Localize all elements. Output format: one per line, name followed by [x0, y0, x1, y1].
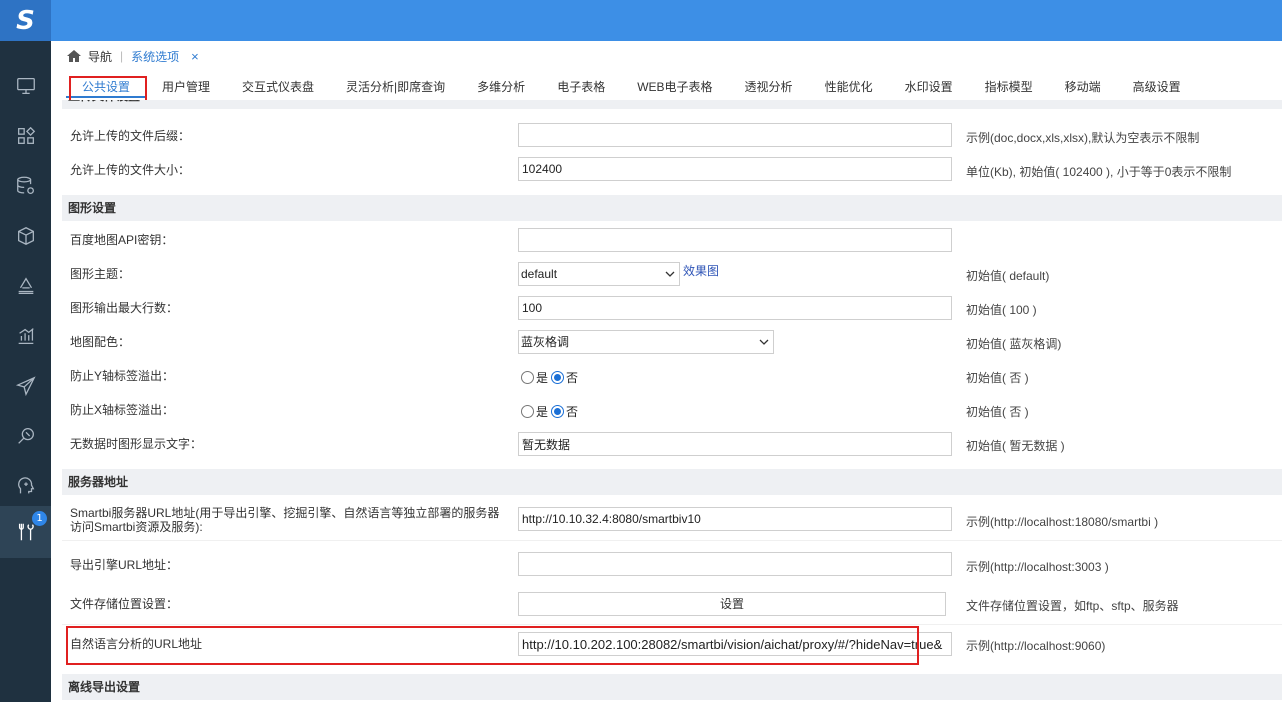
tab-web-spreadsheet[interactable]: WEB电子表格: [621, 76, 728, 98]
tab-public-settings[interactable]: 公共设置: [66, 76, 147, 98]
hint-y-overflow: 初始值( 否 ): [966, 371, 1029, 385]
label-map-color: 地图配色：: [70, 335, 131, 349]
tab-pivot-analysis[interactable]: 透视分析: [729, 76, 809, 98]
upload-suffix-input[interactable]: [518, 123, 952, 147]
monitor-icon[interactable]: [0, 61, 51, 111]
chevron-down-icon: [665, 271, 675, 277]
hint-max-rows: 初始值( 100 ): [966, 303, 1037, 317]
close-tab-icon[interactable]: ×: [191, 49, 199, 64]
chart-theme-select[interactable]: default: [518, 262, 680, 286]
label-prevent-y-overflow: 防止Y轴标签溢出：: [70, 369, 175, 383]
tab-user-management[interactable]: 用户管理: [146, 76, 226, 98]
hint-no-data-text: 初始值( 暂无数据 ): [966, 439, 1065, 453]
hint-export-engine-url: 示例(http://localhost:3003 ): [966, 560, 1109, 574]
hint-upload-suffix: 示例(doc,docx,xls,xlsx),默认为空表示不限制: [966, 131, 1200, 145]
baidu-key-input[interactable]: [518, 228, 952, 252]
upload-size-input[interactable]: [518, 157, 952, 181]
file-storage-settings-button[interactable]: 设置: [518, 592, 946, 616]
y-overflow-no-label[interactable]: 否: [566, 369, 578, 386]
breadcrumb-separator: |: [120, 49, 124, 63]
hint-file-storage: 文件存储位置设置，如ftp、sftp、服务器: [966, 599, 1179, 613]
section-header-offline-export: 离线导出设置: [62, 674, 1282, 700]
x-overflow-no-label[interactable]: 否: [566, 403, 578, 420]
label-max-rows: 图形输出最大行数：: [70, 301, 179, 315]
hint-x-overflow: 初始值( 否 ): [966, 405, 1029, 419]
settings-panel: 上传文件设置 允许上传的文件后缀： 示例(doc,docx,xls,xlsx),…: [62, 100, 1282, 702]
map-color-select[interactable]: 蓝灰格调: [518, 330, 774, 354]
tab-watermark[interactable]: 水印设置: [889, 76, 969, 98]
data-mining-icon[interactable]: [0, 411, 51, 461]
hint-nl-analysis-url: 示例(http://localhost:9060): [966, 639, 1106, 653]
nl-analysis-url-input[interactable]: [518, 632, 952, 656]
breadcrumb-current[interactable]: 系统选项: [131, 48, 179, 65]
breadcrumb-home[interactable]: 导航: [88, 48, 112, 65]
label-nl-analysis-url: 自然语言分析的URL地址: [70, 637, 203, 651]
section-header-upload: 上传文件设置: [62, 100, 1282, 109]
theme-preview-link[interactable]: 效果图: [683, 262, 719, 279]
tab-interactive-dashboard[interactable]: 交互式仪表盘: [226, 76, 330, 98]
breadcrumb: 导航 | 系统选项 ×: [66, 47, 199, 65]
database-settings-icon[interactable]: [0, 161, 51, 211]
label-upload-suffix: 允许上传的文件后缀：: [70, 129, 191, 143]
sidebar: 1: [0, 41, 51, 702]
x-overflow-no-radio[interactable]: [551, 405, 565, 418]
app-logo[interactable]: S: [0, 0, 51, 41]
label-no-data-text: 无数据时图形显示文字：: [70, 437, 203, 451]
chart-theme-value: default: [521, 267, 558, 281]
widgets-icon[interactable]: [0, 111, 51, 161]
row-divider: [62, 624, 1282, 625]
hint-smartbi-url: 示例(http://localhost:18080/smartbi ): [966, 515, 1159, 529]
max-rows-input[interactable]: [518, 296, 952, 320]
label-prevent-x-overflow: 防止X轴标签溢出：: [70, 403, 175, 417]
tab-advanced[interactable]: 高级设置: [1117, 76, 1197, 98]
section-header-graphics: 图形设置: [62, 195, 1282, 221]
top-bar: S: [0, 0, 1282, 41]
settings-tabs: 公共设置 用户管理 交互式仪表盘 灵活分析|即席查询 多维分析 电子表格 WEB…: [66, 76, 1197, 98]
row-divider: [62, 540, 1282, 541]
x-overflow-yes-label[interactable]: 是: [536, 403, 548, 420]
label-baidu-key: 百度地图API密钥：: [70, 233, 174, 247]
tab-mobile[interactable]: 移动端: [1049, 76, 1117, 98]
tools-icon[interactable]: 1: [0, 506, 51, 558]
label-upload-size: 允许上传的文件大小：: [70, 163, 191, 177]
label-chart-theme: 图形主题：: [70, 267, 131, 281]
hint-upload-size: 单位(Kb), 初始值( 102400 ), 小于等于0表示不限制: [966, 165, 1232, 179]
home-icon[interactable]: [66, 49, 82, 63]
bar-chart-icon[interactable]: [0, 311, 51, 361]
y-overflow-no-radio[interactable]: [551, 371, 565, 384]
notification-badge: 1: [32, 511, 47, 526]
section-header-server: 服务器地址: [62, 469, 1282, 495]
chevron-down-icon: [759, 339, 769, 345]
cube-icon[interactable]: [0, 211, 51, 261]
send-icon[interactable]: [0, 361, 51, 411]
map-color-value: 蓝灰格调: [521, 335, 570, 349]
brain-icon[interactable]: [0, 461, 51, 511]
x-overflow-yes-radio[interactable]: [521, 405, 534, 418]
y-overflow-radio-group: 是 否: [521, 369, 578, 386]
y-overflow-yes-radio[interactable]: [521, 371, 534, 384]
label-file-storage: 文件存储位置设置：: [70, 597, 179, 611]
export-engine-url-input[interactable]: [518, 552, 952, 576]
tab-spreadsheet[interactable]: 电子表格: [541, 76, 621, 98]
label-export-engine-url: 导出引擎URL地址：: [70, 558, 179, 572]
smartbi-url-input[interactable]: [518, 507, 952, 531]
tab-adhoc-query[interactable]: 灵活分析|即席查询: [330, 76, 461, 98]
tab-metric-model[interactable]: 指标模型: [969, 76, 1049, 98]
y-overflow-yes-label[interactable]: 是: [536, 369, 548, 386]
hint-chart-theme: 初始值( default): [966, 269, 1050, 283]
layers-icon[interactable]: [0, 261, 51, 311]
hint-map-color: 初始值( 蓝灰格调): [966, 337, 1062, 351]
tab-performance[interactable]: 性能优化: [809, 76, 889, 98]
label-smartbi-url: Smartbi服务器URL地址(用于导出引擎、挖掘引擎、自然语言等独立部署的服务…: [70, 506, 500, 534]
no-data-text-input[interactable]: [518, 432, 952, 456]
tab-olap[interactable]: 多维分析: [461, 76, 541, 98]
x-overflow-radio-group: 是 否: [521, 403, 578, 420]
